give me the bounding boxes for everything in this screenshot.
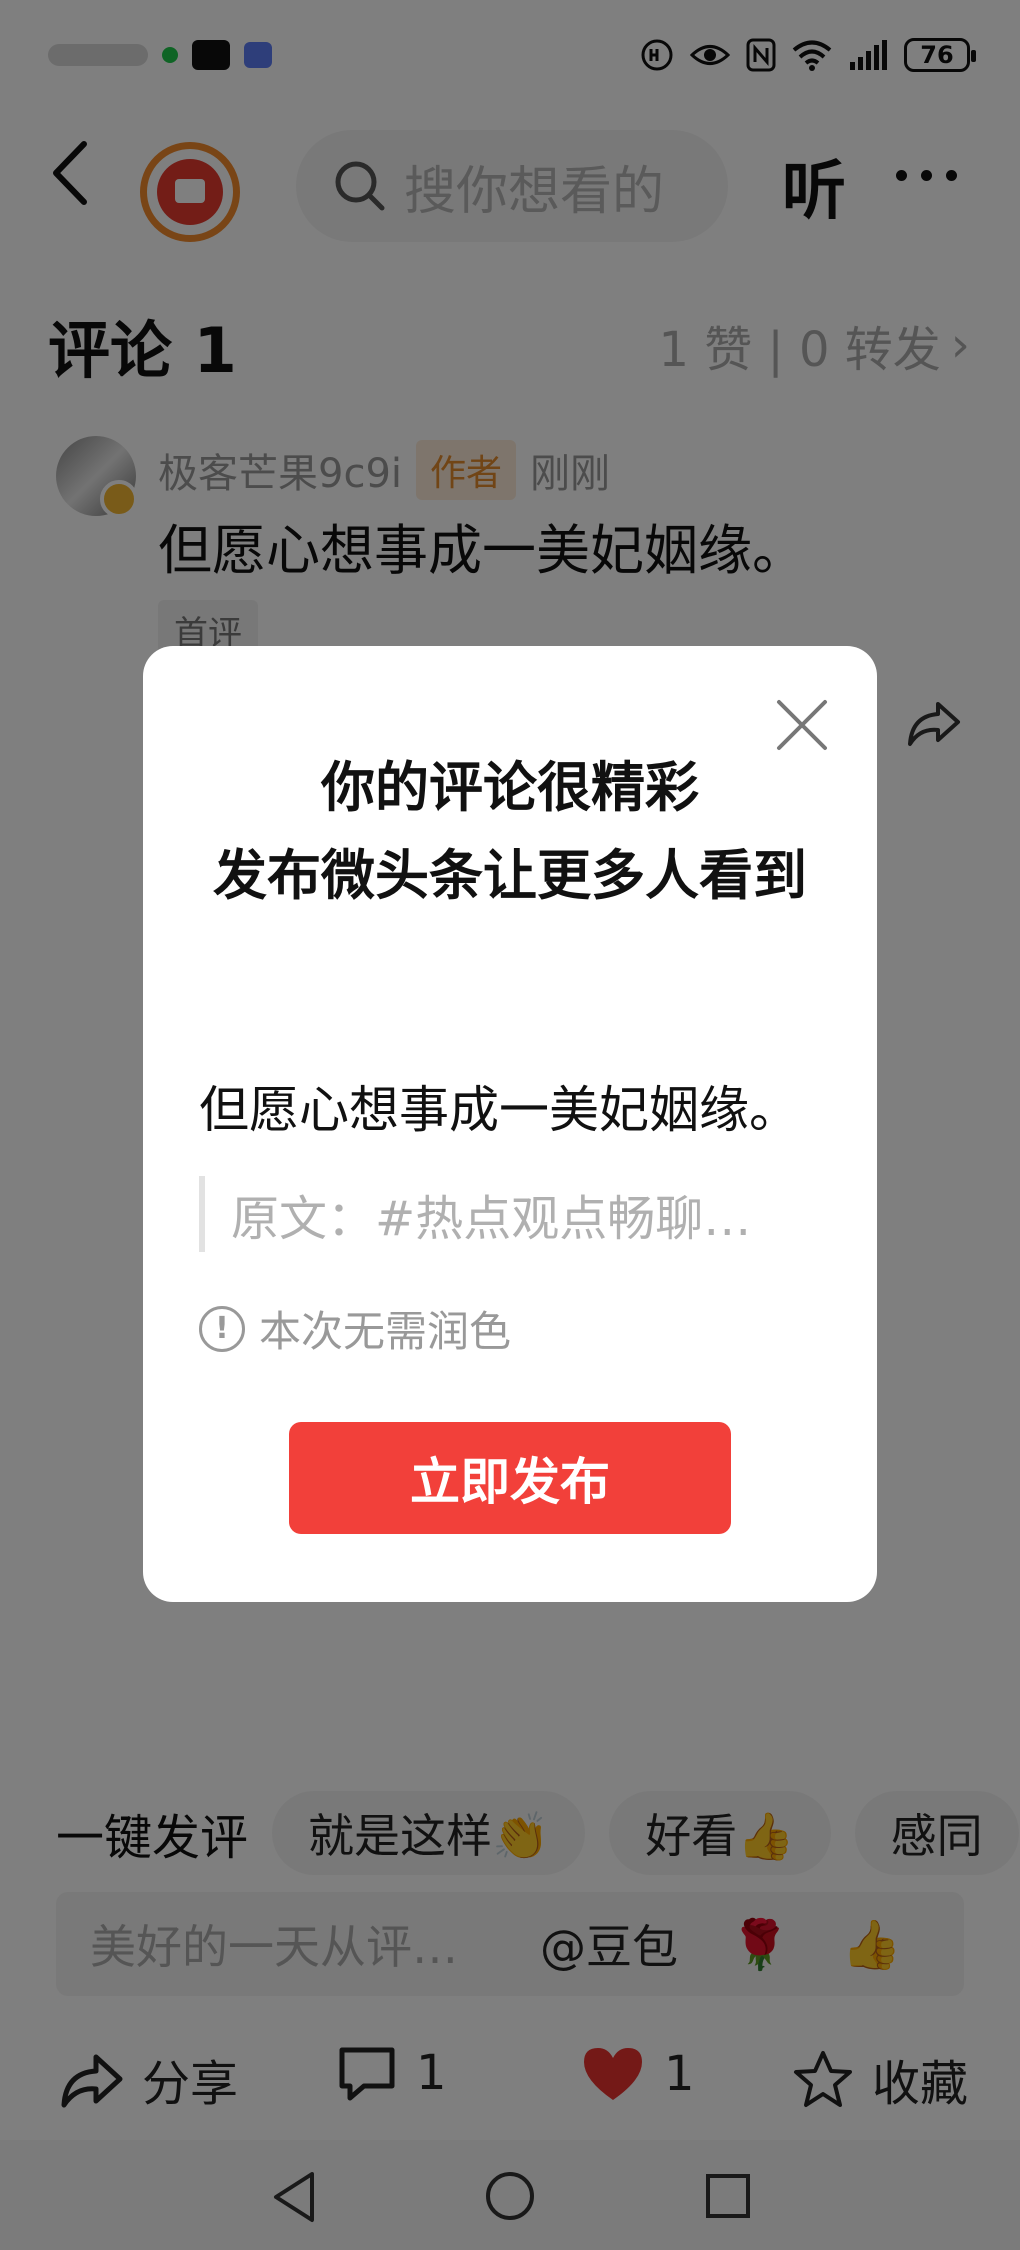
dialog-title-line1: 你的评论很精彩 xyxy=(321,756,699,819)
publish-dialog: 你的评论很精彩 发布微头条让更多人看到 但愿心想事成一美妃姻缘。 原文：#热点观… xyxy=(143,646,877,1602)
publish-now-button[interactable]: 立即发布 xyxy=(289,1422,731,1534)
dialog-title-line2: 发布微头条让更多人看到 xyxy=(213,844,807,907)
dialog-original-quote: 原文：#热点观点畅聊… xyxy=(199,1176,751,1252)
info-icon: ! xyxy=(199,1305,245,1352)
dialog-comment-text: 但愿心想事成一美妃姻缘。 xyxy=(199,1081,799,1139)
dialog-note: ! 本次无需润色 xyxy=(199,1298,511,1359)
dialog-title: 你的评论很精彩 发布微头条让更多人看到 xyxy=(203,744,817,920)
dialog-note-text: 本次无需润色 xyxy=(259,1307,512,1356)
